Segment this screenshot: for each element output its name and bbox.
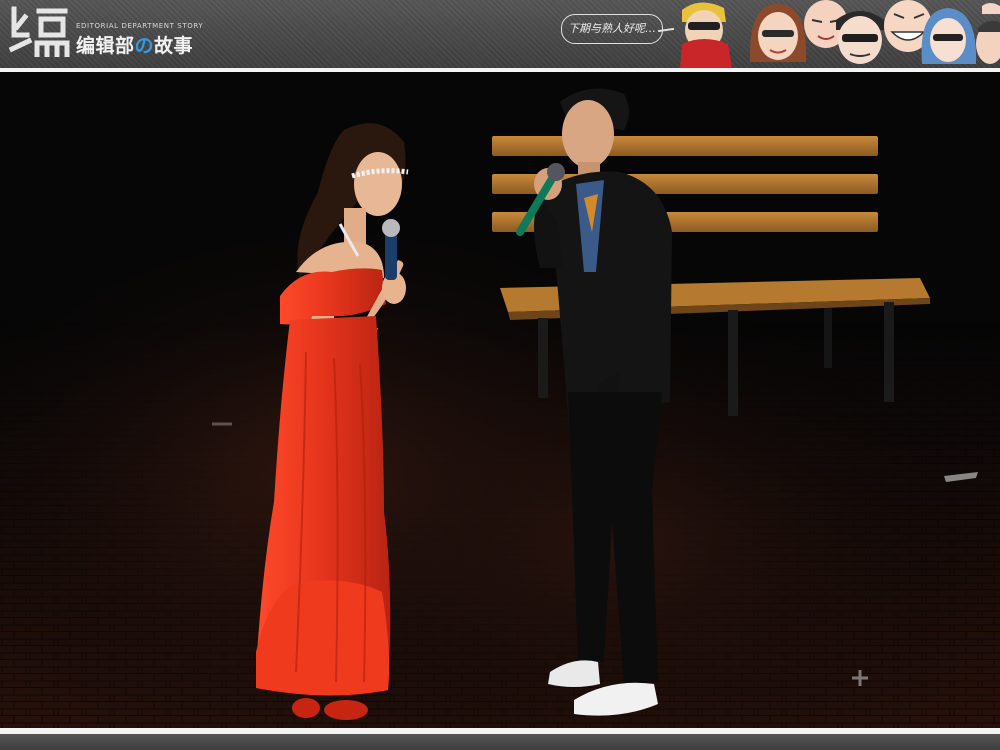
header-banner: EDITORIAL DEPARTMENT STORY 编辑部の故事 下期与熟人好… [0, 0, 1000, 68]
logo-subtitle: EDITORIAL DEPARTMENT STORY [76, 22, 204, 30]
stage-photo [0, 72, 1000, 728]
cartoon-faces-illustration [680, 0, 1000, 68]
cartoon-face-blond-icon [680, 2, 732, 68]
cartoon-face-sunglasses-icon [836, 11, 884, 64]
footer-bar [0, 734, 1000, 750]
logo-title-part2: 故事 [154, 35, 194, 57]
logo-title: 编辑部の故事 [76, 31, 193, 58]
logo-title-accent: の [134, 35, 155, 57]
cartoon-face-edge-icon [976, 3, 1000, 64]
cartoon-face-woman-icon [749, 4, 807, 62]
logo-mark-icon [9, 6, 70, 57]
stage-photo-illustration [0, 72, 1000, 728]
logo-title-part1: 编辑部 [76, 35, 135, 57]
page: EDITORIAL DEPARTMENT STORY 编辑部の故事 下期与熟人好… [0, 0, 1000, 750]
speech-bubble: 下期与熟人好呢… [561, 14, 663, 44]
